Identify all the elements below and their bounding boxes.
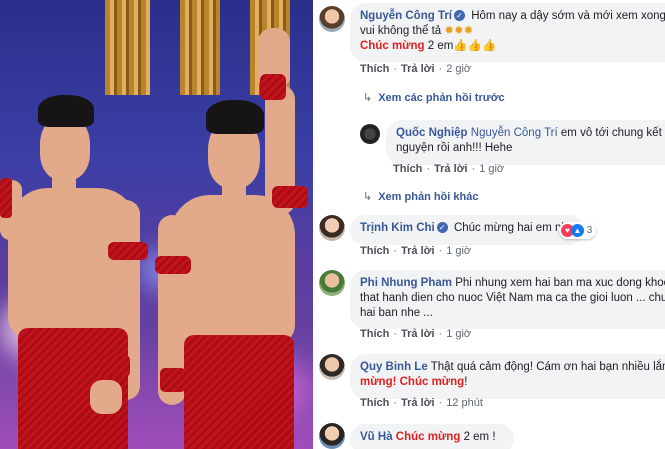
reply-bubble: Quốc Nghiệp Nguyễn Công Trí em vô tới ch… (386, 120, 665, 165)
comment-text: Thật quá cảm động! Cám ơn hai bạn nhiều … (430, 361, 665, 373)
comment-text: Hôm nay a dậy sớm và mới xem xong, một (471, 10, 665, 22)
comment-text: that hanh dien cho nuoc Việt Nam ma ca t… (360, 292, 665, 304)
comment-text: ! (464, 376, 468, 388)
comment-time: 1 giờ (479, 163, 505, 175)
like-reaction-icon: ▲ (571, 223, 584, 237)
avatar[interactable] (319, 270, 345, 296)
comment-bubble: Vũ Hà Chúc mừng 2 em ! (350, 424, 514, 449)
mention-link[interactable]: Nguyễn Công Trí (471, 127, 558, 139)
comment-bubble: Trịnh Kim Chi ✓ Chúc mừng hai em nhé. (350, 215, 584, 245)
comments-panel: Nguyễn Công Trí ✓ Hôm nay a dậy sớm và mớ… (313, 0, 665, 449)
congrats-text: Chúc mừng (360, 40, 425, 52)
comment-actions: Thích · Trả lời · 1 giờ (360, 328, 472, 340)
like-link[interactable]: Thích (360, 63, 389, 75)
comment-actions: Thích · Trả lời · 12 phút (360, 397, 483, 409)
comment-actions: Thích · Trả lời · 1 giờ (360, 245, 472, 257)
reply-link[interactable]: Trả lời (434, 163, 468, 175)
performer-right (150, 0, 313, 449)
comment-text: hai ban nhe ... (360, 307, 433, 319)
comment-time: 12 phút (446, 397, 483, 409)
like-link[interactable]: Thích (360, 397, 389, 409)
comment-text: 2 em (427, 40, 454, 52)
reply-link[interactable]: Trả lời (401, 245, 435, 257)
reaction-summary[interactable]: ♥ ▲ 3 (559, 222, 597, 239)
congrats-text: Chúc mừng (395, 431, 461, 443)
comment-text: nguyện rồi anh!!! Hehe (396, 142, 513, 154)
sparkle-emoji-icon: ✹✹✹ (444, 25, 474, 37)
comment-time: 2 giờ (446, 63, 472, 75)
verified-badge-icon: ✓ (436, 222, 448, 233)
comment-bubble: Phi Nhung Pham Phi nhung xem hai ban ma … (350, 270, 665, 329)
performer-left (0, 0, 160, 449)
comment-author[interactable]: Trịnh Kim Chi (360, 222, 435, 234)
congrats-text: mừng! Chúc mừng (360, 376, 465, 388)
avatar[interactable] (319, 215, 345, 241)
comment-bubble: Nguyễn Công Trí ✓ Hôm nay a dậy sớm và mớ… (350, 3, 665, 62)
comment-time: 1 giờ (446, 245, 472, 257)
reply-link[interactable]: Trả lời (401, 63, 435, 75)
like-link[interactable]: Thích (393, 163, 422, 175)
news-photo (0, 0, 313, 449)
comment-text: Phi nhung xem hai ban ma xuc dong khoc l… (455, 277, 665, 289)
comment-actions: Thích · Trả lời · 2 giờ (360, 63, 472, 75)
comment-author[interactable]: Quy Binh Le (360, 361, 428, 373)
comment-text: vui không thể tả (360, 25, 442, 37)
comment-author[interactable]: Nguyễn Công Trí (360, 10, 452, 22)
comment-text: 2 em ! (463, 431, 496, 443)
reply-link[interactable]: Trả lời (401, 328, 435, 340)
avatar[interactable] (319, 423, 345, 449)
reply-arrow-icon: ↳ (363, 191, 373, 203)
reply-arrow-icon: ↳ (363, 92, 373, 104)
avatar[interactable] (319, 354, 345, 380)
thumbs-up-emoji-icon: 👍👍👍 (453, 40, 497, 52)
comment-author[interactable]: Phi Nhung Pham (360, 277, 452, 289)
reaction-count: 3 (586, 225, 593, 236)
like-link[interactable]: Thích (360, 245, 389, 257)
comment-author[interactable]: Vũ Hà (360, 431, 393, 443)
comment-time: 1 giờ (446, 328, 472, 340)
like-link[interactable]: Thích (360, 328, 389, 340)
comment-author[interactable]: Quốc Nghiệp (396, 127, 468, 139)
verified-badge-icon: ✓ (454, 10, 465, 21)
comment-actions: Thích · Trả lời · 1 giờ (393, 163, 505, 175)
avatar[interactable] (319, 6, 345, 32)
view-more-replies-link[interactable]: ↳ Xem phản hồi khác (363, 190, 478, 203)
comment-bubble: Quy Binh Le Thật quá cảm động! Cám ơn ha… (350, 354, 665, 399)
reply-link[interactable]: Trả lời (401, 397, 435, 409)
view-previous-replies-link[interactable]: ↳ Xem các phản hồi trước (363, 91, 505, 104)
avatar[interactable] (360, 124, 380, 144)
comment-text: em vô tới chung kết là mã (560, 127, 665, 139)
